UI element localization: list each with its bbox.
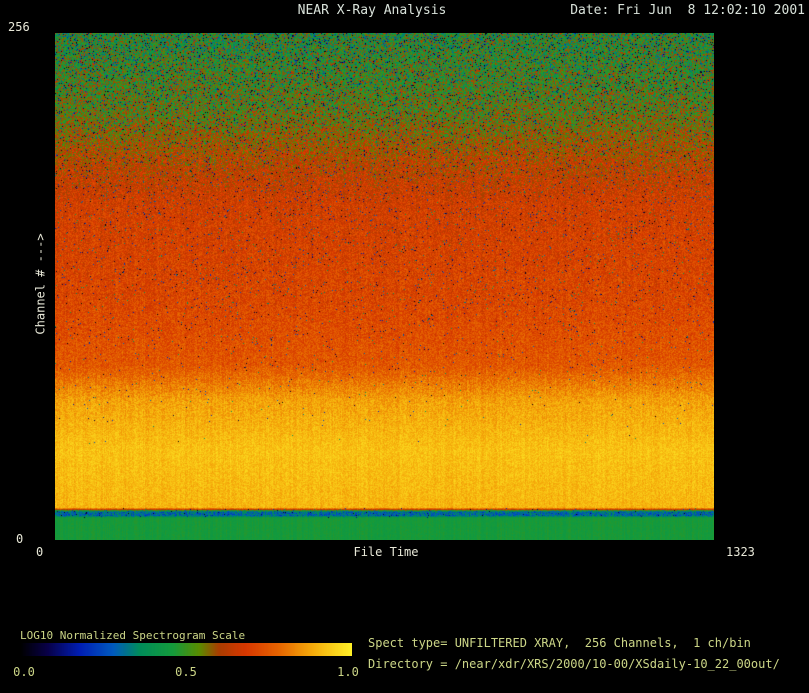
page-title: NEAR X-Ray Analysis <box>298 4 447 17</box>
colorbar-min-label: 0.0 <box>13 666 35 678</box>
y-axis-label: Channel # ---> <box>35 31 47 538</box>
near-xray-analysis-window: NEAR X-Ray Analysis Date: Fri Jun 8 12:0… <box>0 0 809 693</box>
spectrogram-heatmap <box>55 33 714 540</box>
directory-label: Directory = /near/xdr/XRS/2000/10-00/XSd… <box>368 658 780 670</box>
colorbar-title: LOG10 Normalized Spectrogram Scale <box>20 630 245 641</box>
date-label: Date: Fri Jun 8 12:02:10 2001 <box>570 4 805 17</box>
y-axis-min-label: 0 <box>16 533 23 545</box>
x-axis-min-label: 0 <box>36 546 43 558</box>
spect-type-label: Spect type= UNFILTERED XRAY, 256 Channel… <box>368 637 751 649</box>
colorbar-mid-label: 0.5 <box>175 666 197 678</box>
y-axis-max-label: 256 <box>8 21 30 33</box>
x-axis-max-label: 1323 <box>726 546 755 558</box>
x-axis-label: File Time <box>353 546 418 558</box>
colorbar-max-label: 1.0 <box>337 666 359 678</box>
colorbar <box>20 643 352 656</box>
